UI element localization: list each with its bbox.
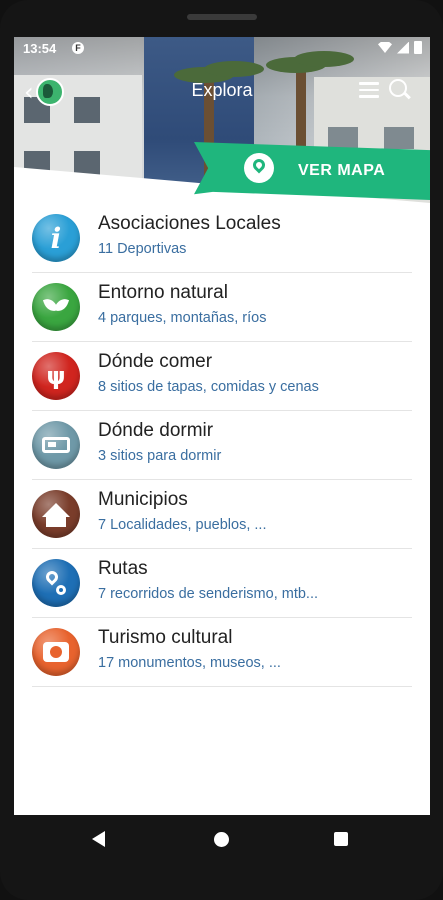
search-icon[interactable]	[389, 79, 411, 101]
cutlery-icon: ψ	[32, 352, 80, 400]
list-item-entorno[interactable]: Entorno natural 4 parques, montañas, río…	[32, 273, 412, 342]
phone-frame: 13:54 F ‹ Explora VER MAPA i Asociacione…	[0, 0, 443, 900]
battery-icon	[414, 41, 422, 54]
wifi-icon	[378, 42, 392, 53]
item-title: Dónde dormir	[98, 420, 214, 441]
item-title: Municipios	[98, 489, 188, 510]
ver-mapa-label: VER MAPA	[298, 162, 386, 179]
item-title: Rutas	[98, 558, 148, 579]
camera-icon	[32, 628, 80, 676]
list-item-dormir[interactable]: Dónde dormir 3 sitios para dormir	[32, 411, 412, 480]
item-subtitle: 3 sitios para dormir	[98, 448, 222, 464]
leaf-icon	[32, 283, 80, 331]
android-nav-bar	[0, 815, 443, 867]
nav-recents-icon[interactable]	[334, 832, 348, 846]
item-title: Turismo cultural	[98, 627, 233, 648]
item-subtitle: 11 Deportivas	[98, 241, 187, 257]
item-subtitle: 7 Localidades, pueblos, ...	[98, 517, 267, 533]
item-subtitle: 7 recorridos de senderismo, mtb...	[98, 586, 319, 602]
list-item-rutas[interactable]: Rutas 7 recorridos de senderismo, mtb...	[32, 549, 412, 618]
category-list: i Asociaciones Locales 11 Deportivas Ent…	[32, 204, 412, 687]
list-item-turismo[interactable]: Turismo cultural 17 monumentos, museos, …	[32, 618, 412, 687]
item-subtitle: 8 sitios de tapas, comidas y cenas	[98, 379, 319, 395]
route-icon	[32, 559, 80, 607]
menu-icon[interactable]	[359, 82, 379, 98]
list-item-asociaciones[interactable]: i Asociaciones Locales 11 Deportivas	[32, 204, 412, 273]
status-bar: 13:54 F	[14, 37, 430, 61]
item-title: Asociaciones Locales	[98, 213, 281, 234]
map-pin-icon	[244, 153, 274, 183]
houses-icon	[32, 490, 80, 538]
nav-home-icon[interactable]	[214, 832, 229, 847]
list-item-municipios[interactable]: Municipios 7 Localidades, pueblos, ...	[32, 480, 412, 549]
info-icon: i	[32, 214, 80, 262]
nav-back-icon[interactable]	[92, 831, 105, 847]
item-title: Dónde comer	[98, 351, 213, 372]
status-time: 13:54	[23, 41, 57, 56]
item-title: Entorno natural	[98, 282, 228, 303]
earpiece-speaker	[187, 14, 257, 20]
item-subtitle: 17 monumentos, museos, ...	[98, 655, 281, 671]
item-subtitle: 4 parques, montañas, ríos	[98, 310, 267, 326]
list-item-comer[interactable]: ψ Dónde comer 8 sitios de tapas, comidas…	[32, 342, 412, 411]
ver-mapa-button[interactable]: VER MAPA	[194, 142, 430, 200]
app-screen: 13:54 F ‹ Explora VER MAPA i Asociacione…	[14, 37, 430, 815]
bed-icon	[32, 421, 80, 469]
signal-icon	[397, 41, 409, 54]
notification-icon: F	[72, 42, 84, 54]
